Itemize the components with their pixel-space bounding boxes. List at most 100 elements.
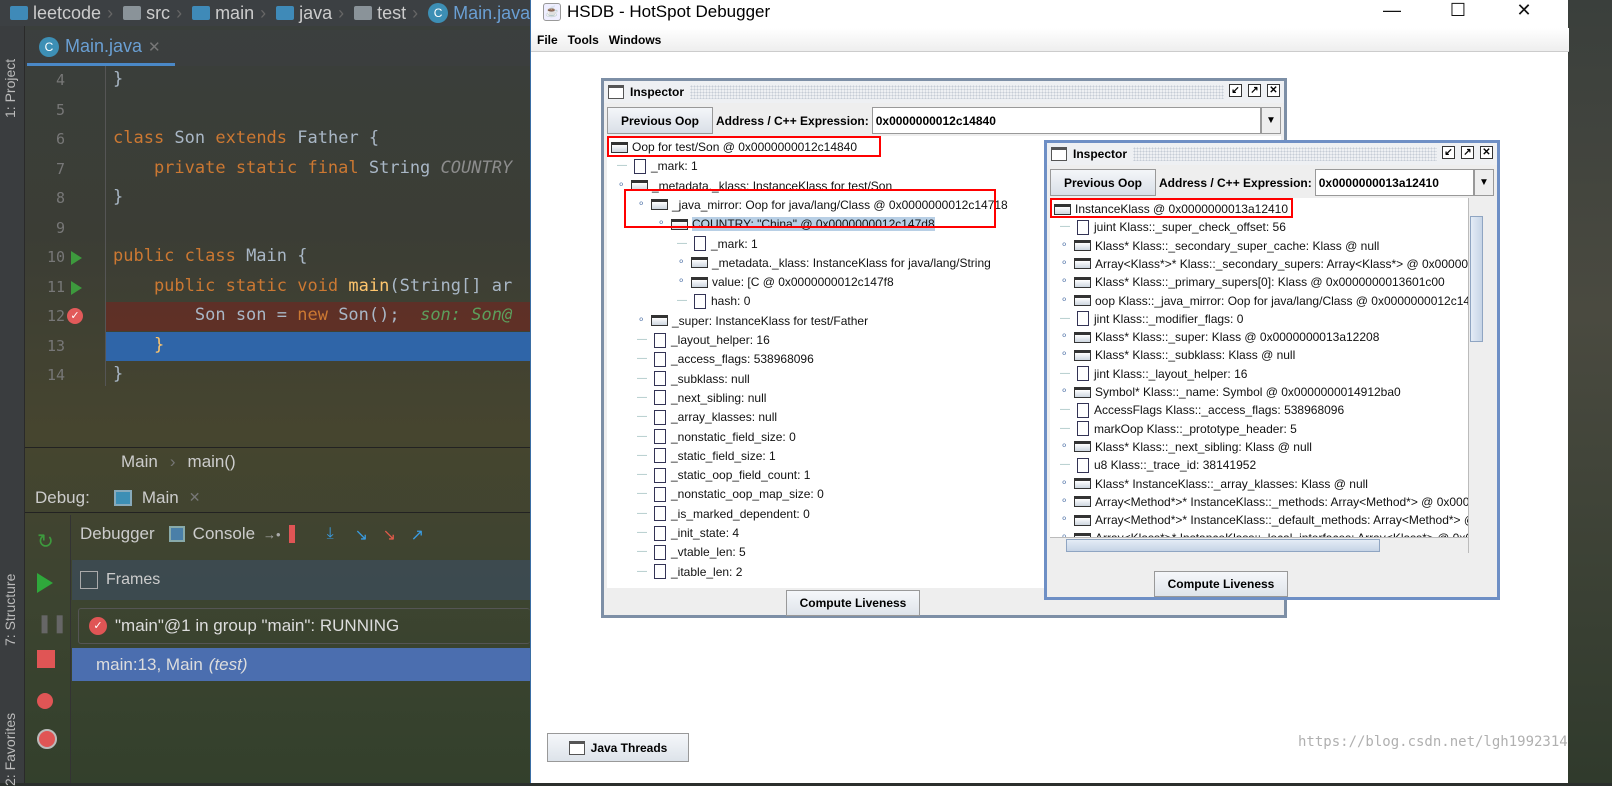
- tree-node[interactable]: ⚬ Klass* InstanceKlass::_array_klasses: K…: [1060, 475, 1368, 493]
- tree-node[interactable]: — _mark: 1: [617, 157, 698, 175]
- compute-liveness-button[interactable]: Compute Liveness: [786, 590, 920, 616]
- expand-handle-icon[interactable]: ⚬: [677, 277, 687, 287]
- breakpoint-icon[interactable]: ✓: [67, 308, 83, 324]
- tree-node[interactable]: — _nonstatic_oop_map_size: 0: [637, 485, 824, 503]
- tree-node[interactable]: — u8 Klass::_trace_id: 38141952: [1060, 456, 1256, 474]
- tree-node[interactable]: — _static_oop_field_count: 1: [637, 466, 810, 484]
- stop-icon[interactable]: [37, 650, 55, 668]
- tree-node[interactable]: — jint Klass::_layout_helper: 16: [1060, 365, 1247, 383]
- code-editor[interactable]: 4} 5 6 class Son extends Father {7 private …: [25, 66, 530, 386]
- java-threads-button[interactable]: Java Threads: [547, 733, 689, 762]
- project-tool-button[interactable]: 1: Project: [2, 59, 18, 118]
- inspector-title-bar[interactable]: Inspector ↙ ↗ ✕: [604, 81, 1284, 103]
- debug-session-tab[interactable]: Main: [142, 488, 179, 508]
- step-out-icon[interactable]: ↗: [411, 525, 431, 544]
- close-icon[interactable]: ✕: [148, 38, 161, 56]
- frame-item[interactable]: main:13, Main (test): [72, 648, 530, 681]
- tree-node[interactable]: — _layout_helper: 16: [637, 331, 770, 349]
- tree-node[interactable]: — hash: 0: [677, 292, 750, 310]
- previous-oop-button[interactable]: Previous Oop: [607, 107, 713, 134]
- minimize-button[interactable]: —: [1369, 0, 1415, 24]
- expand-handle-icon[interactable]: ⚬: [1060, 258, 1070, 269]
- expand-handle-icon[interactable]: ⚬: [1060, 350, 1070, 360]
- pause-icon[interactable]: ❚❚: [37, 613, 67, 633]
- tree-node[interactable]: — markOop Klass::_prototype_header: 5: [1060, 420, 1297, 438]
- tree-node[interactable]: ⚬ oop Klass::_java_mirror: Oop for java/l…: [1060, 292, 1484, 310]
- expand-handle-icon[interactable]: ⚬: [1060, 240, 1070, 251]
- tree-node[interactable]: — _is_marked_dependent: 0: [637, 505, 810, 523]
- menu-tools[interactable]: Tools: [568, 33, 599, 47]
- step-over-icon[interactable]: ⤓: [327, 525, 347, 543]
- mute-breakpoints-icon[interactable]: [37, 729, 57, 749]
- tree-node[interactable]: — _init_state: 4: [637, 524, 739, 542]
- menu-windows[interactable]: Windows: [609, 33, 662, 47]
- dropdown-arrow-icon[interactable]: ▼: [1474, 169, 1494, 196]
- breadcrumb-item[interactable]: main: [192, 3, 254, 24]
- address-input[interactable]: 0x0000000013a12410: [1314, 169, 1474, 196]
- scroll-thumb[interactable]: [1470, 216, 1483, 342]
- step-into-icon[interactable]: ↘: [355, 525, 375, 544]
- expand-handle-icon[interactable]: ⚬: [677, 257, 687, 268]
- expand-handle-icon[interactable]: ⚬: [1060, 332, 1070, 342]
- show-execution-point-icon[interactable]: [288, 525, 309, 543]
- tree-node[interactable]: — _static_field_size: 1: [637, 447, 776, 465]
- maximize-icon[interactable]: ↗: [1248, 84, 1261, 97]
- tree-node[interactable]: ⚬ _metadata._klass: InstanceKlass for jav…: [677, 254, 991, 272]
- tree-node[interactable]: ⚬ Klass* Klass::_subklass: Klass @ null: [1060, 346, 1295, 364]
- expand-handle-icon[interactable]: ⚬: [1060, 496, 1070, 507]
- iconify-icon[interactable]: ↙: [1229, 84, 1242, 97]
- expand-handle-icon[interactable]: ⚬: [637, 315, 647, 326]
- tree-node[interactable]: — _array_klasses: null: [637, 408, 777, 426]
- compute-liveness-button[interactable]: Compute Liveness: [1154, 571, 1288, 597]
- breadcrumb-item[interactable]: src: [123, 3, 170, 24]
- tree-node[interactable]: ⚬ Klass* Klass::_secondary_super_cache: K…: [1060, 237, 1379, 255]
- maximize-button[interactable]: ☐: [1435, 0, 1481, 24]
- address-input[interactable]: 0x0000000012c14840: [871, 107, 1261, 134]
- iconify-icon[interactable]: ↙: [1442, 146, 1455, 159]
- force-step-into-icon[interactable]: ↘: [383, 525, 403, 544]
- previous-oop-button[interactable]: Previous Oop: [1050, 169, 1156, 196]
- tree-node[interactable]: — _mark: 1: [677, 235, 758, 253]
- tree-node[interactable]: ⚬ Klass* Klass::_super: Klass @ 0x0000000…: [1060, 328, 1379, 346]
- thread-selector[interactable]: ✓ "main"@1 in group "main": RUNNING: [78, 608, 530, 644]
- favorites-tool-button[interactable]: 2: Favorites: [2, 713, 18, 786]
- tree-node[interactable]: — _next_sibling: null: [637, 389, 766, 407]
- tree-node[interactable]: ⚬ Array<Method*>* InstanceKlass::_default…: [1060, 511, 1484, 529]
- expand-handle-icon[interactable]: ⚬: [1060, 515, 1070, 525]
- resume-icon[interactable]: [37, 573, 53, 593]
- expand-handle-icon[interactable]: ⚬: [1060, 387, 1070, 397]
- tree-node[interactable]: — _nonstatic_field_size: 0: [637, 428, 796, 446]
- tree-node[interactable]: — _access_flags: 538968096: [637, 350, 814, 368]
- structure-tool-button[interactable]: 7: Structure: [2, 574, 18, 646]
- close-icon[interactable]: ✕: [1267, 84, 1280, 97]
- tree-node[interactable]: ⚬ _super: InstanceKlass for test/Father: [637, 312, 868, 330]
- vertical-scrollbar[interactable]: [1468, 198, 1484, 553]
- expand-handle-icon[interactable]: ⚬: [1060, 295, 1070, 306]
- scroll-thumb[interactable]: [1066, 539, 1380, 552]
- tree-node[interactable]: — _vtable_len: 5: [637, 543, 746, 561]
- expand-handle-icon[interactable]: ⚬: [1060, 277, 1070, 287]
- close-icon[interactable]: ✕: [189, 489, 201, 506]
- tree-node[interactable]: — AccessFlags Klass::_access_flags: 53896…: [1060, 401, 1344, 419]
- tree-node[interactable]: ⚬ Symbol* Klass::_name: Symbol @ 0x000000…: [1060, 383, 1401, 401]
- expand-handle-icon[interactable]: ⚬: [1060, 441, 1070, 452]
- tab-debugger[interactable]: Debugger: [80, 524, 155, 544]
- tree-node[interactable]: ⚬ Klass* Klass::_next_sibling: Klass @ nu…: [1060, 438, 1312, 456]
- tree-node[interactable]: — jint Klass::_modifier_flags: 0: [1060, 310, 1243, 328]
- inspector-tree[interactable]: InstanceKlass @ 0x0000000013a12410— juint…: [1050, 198, 1484, 553]
- rerun-icon[interactable]: ↻: [37, 529, 57, 553]
- breadcrumb-item[interactable]: C Main.java: [428, 3, 530, 24]
- breadcrumb-item[interactable]: java: [276, 3, 332, 24]
- tree-node[interactable]: ⚬ Array<Method*>* InstanceKlass::_methods…: [1060, 493, 1484, 511]
- nav-method[interactable]: main(): [188, 452, 236, 472]
- close-icon[interactable]: ✕: [1480, 146, 1493, 159]
- breadcrumb-item[interactable]: test: [354, 3, 406, 24]
- tab-console[interactable]: Console: [193, 524, 255, 544]
- tree-node[interactable]: — _subklass: null: [637, 370, 750, 388]
- breadcrumb-item[interactable]: leetcode: [10, 3, 101, 24]
- view-breakpoints-icon[interactable]: [37, 693, 53, 709]
- tree-node[interactable]: — _itable_len: 2: [637, 563, 742, 581]
- close-button[interactable]: ✕: [1501, 0, 1547, 24]
- nav-class[interactable]: Main: [121, 452, 158, 472]
- maximize-icon[interactable]: ↗: [1461, 146, 1474, 159]
